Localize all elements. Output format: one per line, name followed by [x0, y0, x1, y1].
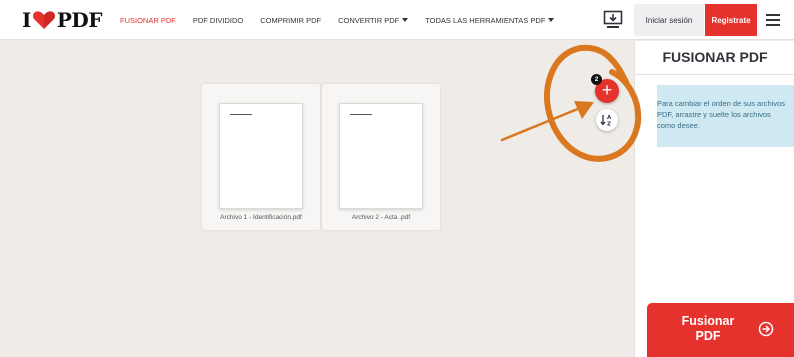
- nav-label: TODAS LAS HERRAMIENTAS PDF: [425, 15, 546, 25]
- hamburger-menu-icon[interactable]: [766, 14, 780, 26]
- app-window: I PDF FUSIONAR PDF PDF DIVIDIDO COMPRIMI…: [0, 0, 794, 357]
- nav-label: COMPRIMIR PDF: [260, 15, 322, 25]
- logo-text-right: PDF: [56, 8, 103, 32]
- caret-down-icon: [548, 18, 555, 22]
- caret-down-icon: [402, 18, 409, 22]
- nav-label: PDF DIVIDIDO: [192, 15, 244, 25]
- login-button[interactable]: Iniciar sesión: [634, 4, 704, 36]
- info-box: Para cambiar el orden de sus archivos PD…: [657, 85, 794, 147]
- logo[interactable]: I PDF: [22, 8, 103, 32]
- nav-label: CONVERTIR PDF: [338, 15, 400, 25]
- nav-convertir-pdf[interactable]: CONVERTIR PDF: [338, 15, 409, 25]
- sidebar-title: FUSIONAR PDF: [662, 49, 768, 65]
- merge-label-line1: Fusionar: [681, 314, 735, 328]
- file-count-badge: 2: [591, 74, 602, 85]
- file-card[interactable]: Archivo 2 - Acta .pdf: [322, 84, 440, 230]
- merge-label-line2: PDF: [695, 329, 721, 343]
- divider: [635, 74, 794, 75]
- nav-fusionar-pdf[interactable]: FUSIONAR PDF: [120, 16, 176, 25]
- signup-button[interactable]: Registrate: [705, 4, 757, 36]
- pdf-thumbnail: [219, 103, 303, 209]
- nav-todas-herramientas[interactable]: TODAS LAS HERRAMIENTAS PDF: [425, 15, 555, 25]
- svg-text:Z: Z: [607, 122, 611, 128]
- logo-text-left: I: [22, 8, 31, 32]
- merge-pdf-button[interactable]: Fusionar PDF: [647, 303, 794, 357]
- desktop-download-icon[interactable]: [603, 10, 623, 30]
- merge-button-label: Fusionar PDF: [663, 314, 753, 344]
- nav-pdf-dividido[interactable]: PDF DIVIDIDO: [193, 16, 243, 25]
- top-header: I PDF FUSIONAR PDF PDF DIVIDIDO COMPRIMI…: [0, 0, 794, 40]
- sort-az-icon: A Z: [600, 115, 612, 128]
- heart-icon: [32, 11, 55, 30]
- arrow-right-circle-icon: [758, 321, 774, 337]
- file-card[interactable]: Archivo 1 - Identificación.pdf: [202, 84, 320, 230]
- pdf-thumbnail: [339, 103, 423, 209]
- sort-button[interactable]: A Z: [596, 109, 618, 131]
- nav-label: FUSIONAR PDF: [120, 15, 176, 25]
- file-workspace: Archivo 1 - Identificación.pdf Archivo 2…: [0, 41, 634, 357]
- file-name: Archivo 1 - Identificación.pdf: [220, 214, 302, 221]
- plus-icon: +: [601, 80, 613, 100]
- svg-text:A: A: [607, 115, 612, 121]
- file-name: Archivo 2 - Acta .pdf: [351, 214, 411, 221]
- nav-comprimir-pdf[interactable]: COMPRIMIR PDF: [260, 16, 321, 25]
- main-nav: FUSIONAR PDF PDF DIVIDIDO COMPRIMIR PDF …: [120, 0, 571, 40]
